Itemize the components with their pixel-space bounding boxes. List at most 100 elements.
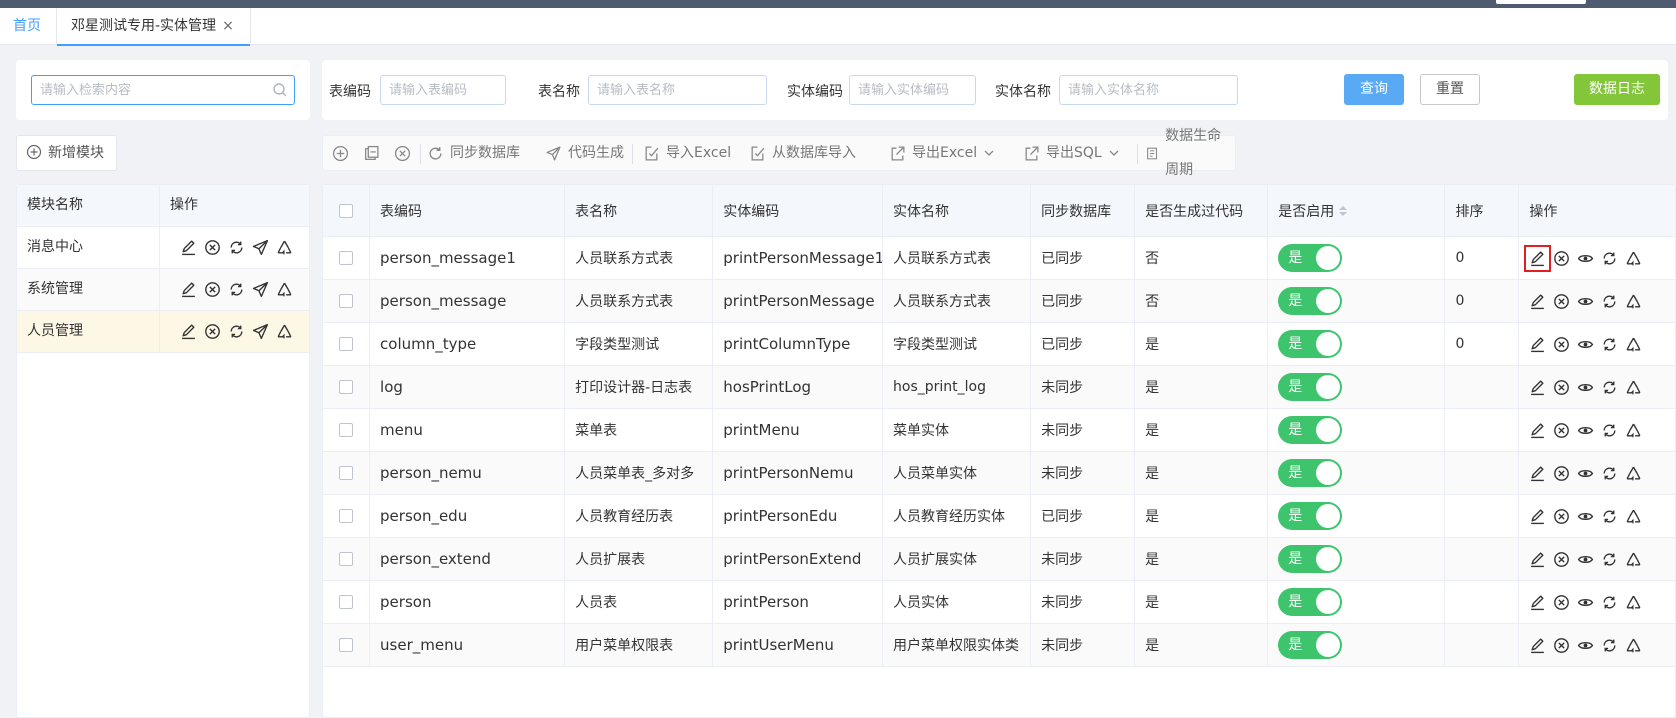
recycle-icon[interactable] bbox=[1625, 551, 1642, 568]
import-excel-button[interactable]: 导入Excel bbox=[643, 136, 731, 170]
add-button[interactable] bbox=[332, 136, 349, 170]
recycle-icon[interactable] bbox=[276, 323, 293, 340]
reset-button[interactable]: 重置 bbox=[1420, 74, 1480, 105]
export-excel-button[interactable]: 导出Excel bbox=[889, 136, 995, 170]
enabled-toggle[interactable]: 是 bbox=[1278, 588, 1343, 616]
edit-icon[interactable] bbox=[180, 281, 197, 298]
delete-circle-icon[interactable] bbox=[1553, 336, 1570, 353]
view-icon[interactable] bbox=[1577, 594, 1594, 611]
sync-database-button[interactable]: 同步数据库 bbox=[427, 136, 520, 170]
sort-icon[interactable] bbox=[1339, 205, 1348, 216]
refresh-icon[interactable] bbox=[1601, 336, 1618, 353]
enabled-toggle[interactable]: 是 bbox=[1278, 330, 1343, 358]
edit-icon[interactable] bbox=[1529, 551, 1546, 568]
delete-circle-icon[interactable] bbox=[1553, 637, 1570, 654]
recycle-icon[interactable] bbox=[1625, 508, 1642, 525]
row-checkbox[interactable] bbox=[339, 509, 354, 523]
table-row[interactable]: person_extend 人员扩展表 printPersonExtend 人员扩展实… bbox=[323, 538, 1675, 581]
table-row[interactable]: person 人员表 printPerson 人员实体 未同步是是 bbox=[323, 581, 1675, 624]
table-row[interactable]: person_message1 人员联系方式表 printPersonMessage… bbox=[323, 237, 1675, 280]
refresh-icon[interactable] bbox=[1601, 422, 1618, 439]
edit-icon[interactable] bbox=[180, 323, 197, 340]
edit-icon[interactable] bbox=[1524, 244, 1552, 272]
recycle-icon[interactable] bbox=[1625, 594, 1642, 611]
recycle-icon[interactable] bbox=[1625, 465, 1642, 482]
delete-circle-icon[interactable] bbox=[204, 239, 221, 256]
tab-close-icon[interactable]: × bbox=[222, 18, 234, 34]
refresh-icon[interactable] bbox=[1601, 594, 1618, 611]
module-row[interactable]: 系统管理 bbox=[17, 269, 309, 311]
refresh-icon[interactable] bbox=[1601, 250, 1618, 267]
tab-entity-management[interactable]: 邓星测试专用-实体管理 × bbox=[56, 8, 251, 46]
refresh-icon[interactable] bbox=[1601, 293, 1618, 310]
import-from-db-button[interactable]: 从数据库导入 bbox=[749, 136, 856, 170]
row-checkbox[interactable] bbox=[339, 380, 354, 394]
enabled-toggle[interactable]: 是 bbox=[1278, 502, 1343, 530]
view-icon[interactable] bbox=[1577, 250, 1594, 267]
copy-button[interactable] bbox=[363, 136, 380, 170]
table-row[interactable]: person_message 人员联系方式表 printPersonMessage 人… bbox=[323, 280, 1675, 323]
enabled-toggle[interactable]: 是 bbox=[1278, 545, 1343, 573]
header-button-stub[interactable] bbox=[1496, 0, 1586, 4]
edit-icon[interactable] bbox=[1529, 293, 1546, 310]
table-code-input[interactable] bbox=[381, 76, 505, 104]
view-icon[interactable] bbox=[1577, 422, 1594, 439]
recycle-icon[interactable] bbox=[1625, 336, 1642, 353]
data-log-button[interactable]: 数据日志 bbox=[1574, 74, 1660, 105]
row-checkbox[interactable] bbox=[339, 251, 354, 265]
view-icon[interactable] bbox=[1577, 551, 1594, 568]
refresh-icon[interactable] bbox=[228, 281, 245, 298]
row-checkbox[interactable] bbox=[339, 638, 354, 652]
view-icon[interactable] bbox=[1577, 379, 1594, 396]
table-row[interactable]: person_edu 人员教育经历表 printPersonEdu 人员教育经历实体已… bbox=[323, 495, 1675, 538]
edit-icon[interactable] bbox=[1529, 422, 1546, 439]
select-all-checkbox[interactable] bbox=[339, 203, 354, 218]
table-row[interactable]: column_type 字段类型测试 printColumnType 字段类型测试 已同… bbox=[323, 323, 1675, 366]
row-checkbox[interactable] bbox=[339, 552, 354, 566]
edit-icon[interactable] bbox=[1529, 637, 1546, 654]
edit-icon[interactable] bbox=[1529, 594, 1546, 611]
delete-circle-icon[interactable] bbox=[204, 323, 221, 340]
send-icon[interactable] bbox=[252, 323, 269, 340]
edit-icon[interactable] bbox=[1529, 508, 1546, 525]
table-name-input[interactable] bbox=[589, 76, 766, 104]
table-row[interactable]: log 打印设计器-日志表 hosPrintLog hos_print_log 未同步是… bbox=[323, 366, 1675, 409]
recycle-icon[interactable] bbox=[1625, 293, 1642, 310]
delete-circle-icon[interactable] bbox=[1553, 594, 1570, 611]
export-sql-button[interactable]: 导出SQL bbox=[1023, 136, 1120, 170]
recycle-icon[interactable] bbox=[1625, 637, 1642, 654]
edit-icon[interactable] bbox=[1529, 379, 1546, 396]
enabled-toggle[interactable]: 是 bbox=[1278, 244, 1343, 272]
add-module-button[interactable]: 新增模块 bbox=[16, 135, 117, 171]
delete-circle-icon[interactable] bbox=[1553, 465, 1570, 482]
recycle-icon[interactable] bbox=[276, 281, 293, 298]
view-icon[interactable] bbox=[1577, 336, 1594, 353]
view-icon[interactable] bbox=[1577, 637, 1594, 654]
delete-circle-icon[interactable] bbox=[1553, 508, 1570, 525]
table-row[interactable]: user_menu 用户菜单权限表 printUserMenu 用户菜单权限实体类 未同… bbox=[323, 624, 1675, 667]
row-checkbox[interactable] bbox=[339, 466, 354, 480]
view-icon[interactable] bbox=[1577, 293, 1594, 310]
row-checkbox[interactable] bbox=[339, 294, 354, 308]
table-row[interactable]: person_nemu 人员菜单表_多对多 printPersonNemu 人员菜单实… bbox=[323, 452, 1675, 495]
search-icon[interactable] bbox=[272, 82, 288, 98]
view-icon[interactable] bbox=[1577, 508, 1594, 525]
tab-home[interactable]: 首页 bbox=[13, 8, 41, 45]
row-checkbox[interactable] bbox=[339, 595, 354, 609]
module-row[interactable]: 人员管理 bbox=[17, 311, 309, 353]
module-search-input[interactable] bbox=[32, 76, 252, 104]
edit-icon[interactable] bbox=[1529, 465, 1546, 482]
delete-circle-icon[interactable] bbox=[1553, 422, 1570, 439]
delete-circle-icon[interactable] bbox=[1553, 551, 1570, 568]
enabled-toggle[interactable]: 是 bbox=[1278, 287, 1343, 315]
data-lifecycle-button[interactable]: 数据生命周期 bbox=[1145, 128, 1235, 178]
row-checkbox[interactable] bbox=[339, 337, 354, 351]
refresh-icon[interactable] bbox=[1601, 551, 1618, 568]
recycle-icon[interactable] bbox=[1625, 250, 1642, 267]
recycle-icon[interactable] bbox=[276, 239, 293, 256]
entity-code-input[interactable] bbox=[850, 76, 975, 104]
delete-circle-icon[interactable] bbox=[1553, 250, 1570, 267]
enabled-toggle[interactable]: 是 bbox=[1278, 631, 1343, 659]
edit-icon[interactable] bbox=[180, 239, 197, 256]
edit-icon[interactable] bbox=[1529, 336, 1546, 353]
